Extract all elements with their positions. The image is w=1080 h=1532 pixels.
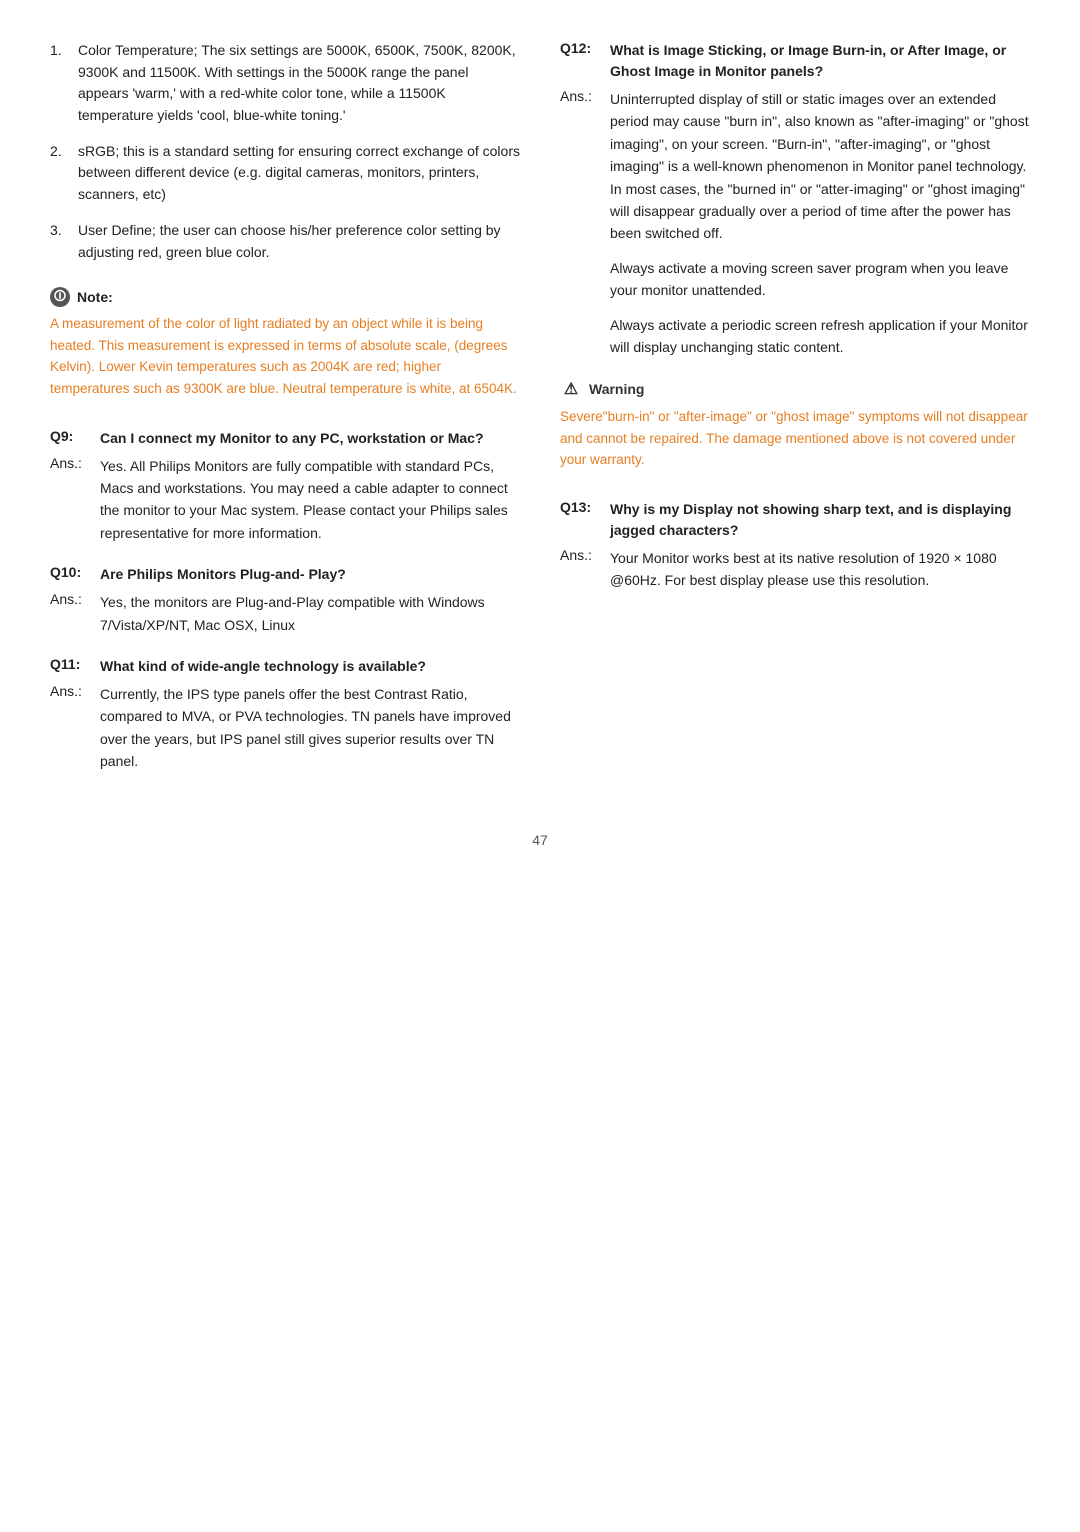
page-number: 47: [50, 832, 1030, 848]
ans-label: Ans.:: [50, 455, 88, 545]
answer-row: Ans.: Uninterrupted display of still or …: [560, 88, 1030, 358]
ans-text: Yes, the monitors are Plug-and-Play comp…: [100, 591, 520, 636]
list-item: 2. sRGB; this is a standard setting for …: [50, 141, 520, 206]
ans-content: Uninterrupted display of still or static…: [610, 88, 1030, 358]
qa-block-q9: Q9: Can I connect my Monitor to any PC, …: [50, 428, 520, 545]
question-row: Q9: Can I connect my Monitor to any PC, …: [50, 428, 520, 449]
ans-text-extra-2: Always activate a periodic screen refres…: [610, 314, 1030, 359]
note-header: 🛈 Note:: [50, 287, 520, 307]
q-text: What kind of wide-angle technology is av…: [100, 656, 426, 677]
ans-label: Ans.:: [50, 683, 88, 773]
right-column: Q12: What is Image Sticking, or Image Bu…: [560, 40, 1030, 792]
q-label: Q9:: [50, 428, 88, 449]
page-container: 1. Color Temperature; The six settings a…: [50, 40, 1030, 792]
warning-label: Warning: [589, 381, 644, 397]
ans-label: Ans.:: [560, 88, 598, 358]
qa-block-q11: Q11: What kind of wide-angle technology …: [50, 656, 520, 773]
warning-text: Severe"burn-in" or "after-image" or "gho…: [560, 406, 1030, 471]
list-item-text: User Define; the user can choose his/her…: [78, 220, 520, 263]
left-column: 1. Color Temperature; The six settings a…: [50, 40, 520, 792]
list-item: 1. Color Temperature; The six settings a…: [50, 40, 520, 127]
q-label: Q12:: [560, 40, 598, 82]
note-label: Note:: [77, 289, 113, 305]
answer-row: Ans.: Currently, the IPS type panels off…: [50, 683, 520, 773]
answer-row: Ans.: Your Monitor works best at its nat…: [560, 547, 1030, 592]
answer-row: Ans.: Yes. All Philips Monitors are full…: [50, 455, 520, 545]
ans-text: Yes. All Philips Monitors are fully comp…: [100, 455, 520, 545]
list-item-text: sRGB; this is a standard setting for ens…: [78, 141, 520, 206]
question-row: Q12: What is Image Sticking, or Image Bu…: [560, 40, 1030, 82]
qa-block-q13: Q13: Why is my Display not showing sharp…: [560, 499, 1030, 592]
ans-text: Currently, the IPS type panels offer the…: [100, 683, 520, 773]
warning-box: ⚠ Warning Severe"burn-in" or "after-imag…: [560, 378, 1030, 471]
question-row: Q13: Why is my Display not showing sharp…: [560, 499, 1030, 541]
q-text: Are Philips Monitors Plug-and- Play?: [100, 564, 346, 585]
qa-block-q10: Q10: Are Philips Monitors Plug-and- Play…: [50, 564, 520, 636]
q-label: Q10:: [50, 564, 88, 585]
question-row: Q11: What kind of wide-angle technology …: [50, 656, 520, 677]
ans-label: Ans.:: [560, 547, 598, 592]
note-box: 🛈 Note: A measurement of the color of li…: [50, 287, 520, 399]
numbered-list: 1. Color Temperature; The six settings a…: [50, 40, 520, 263]
list-item-text: Color Temperature; The six settings are …: [78, 40, 520, 127]
q-text: Why is my Display not showing sharp text…: [610, 499, 1030, 541]
ans-text-main: Uninterrupted display of still or static…: [610, 88, 1030, 245]
note-icon: 🛈: [50, 287, 70, 307]
q-label: Q11:: [50, 656, 88, 677]
q-text: Can I connect my Monitor to any PC, work…: [100, 428, 484, 449]
qa-block-q12: Q12: What is Image Sticking, or Image Bu…: [560, 40, 1030, 358]
question-row: Q10: Are Philips Monitors Plug-and- Play…: [50, 564, 520, 585]
q-label: Q13:: [560, 499, 598, 541]
ans-text: Your Monitor works best at its native re…: [610, 547, 1030, 592]
ans-label: Ans.:: [50, 591, 88, 636]
list-number: 3.: [50, 220, 68, 263]
list-number: 1.: [50, 40, 68, 127]
answer-row: Ans.: Yes, the monitors are Plug-and-Pla…: [50, 591, 520, 636]
list-number: 2.: [50, 141, 68, 206]
list-item: 3. User Define; the user can choose his/…: [50, 220, 520, 263]
warning-header: ⚠ Warning: [560, 378, 1030, 400]
ans-text-extra-1: Always activate a moving screen saver pr…: [610, 257, 1030, 302]
warning-icon: ⚠: [560, 378, 582, 400]
q-text: What is Image Sticking, or Image Burn-in…: [610, 40, 1030, 82]
note-text: A measurement of the color of light radi…: [50, 313, 520, 399]
